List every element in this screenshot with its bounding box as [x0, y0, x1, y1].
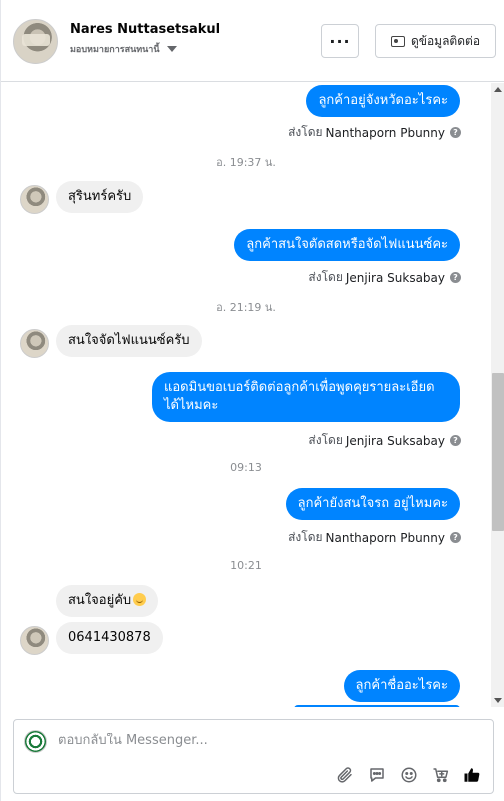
outgoing-message: ลูกค้าชื่ออะไรคะ [343, 670, 460, 702]
message-line: แอดมินขอเบอร์ติดต่อลูกค้าเพื่อพูดคุยรายล… [164, 380, 435, 395]
speech-bubble-icon[interactable] [366, 764, 388, 786]
outgoing-message: ลูกค้าอยู่จังหวัดอะไรคะ [306, 85, 460, 117]
contact-name[interactable]: Nares Nuttasetsakul [70, 22, 220, 37]
message-scrollbar[interactable] [491, 83, 504, 707]
timestamp: 10:21 [230, 559, 262, 572]
reply-composer [13, 719, 494, 794]
assign-conversation-dropdown[interactable]: มอบหมายการสนทนานี้ [70, 42, 177, 56]
outgoing-message: ลูกค้าสนใจตัดสดหรือจัดไฟแนนซ์คะ [234, 229, 460, 261]
sender-name: Nanthaporn Pbunny [325, 125, 445, 140]
sender-name: Nanthaporn Pbunny [325, 530, 445, 545]
incoming-message: สนใจอยู่คับ [56, 585, 159, 617]
outgoing-message: แอดมินขอเบอร์ติดต่อลูกค้าเพื่อพูดคุยรายล… [152, 372, 460, 422]
sent-by-label: ส่งโดย Nanthaporn Pbunny ? [288, 123, 461, 142]
incoming-message: สนใจจัดไฟแนนซ์ครับ [56, 325, 202, 357]
sent-by-label: ส่งโดย Jenjira Suksabay ? [308, 431, 461, 450]
sent-by-prefix: ส่งโดย [288, 125, 323, 139]
page-avatar [24, 730, 47, 753]
incoming-message: สุรินทร์ครับ [56, 181, 144, 213]
thumbs-up-icon[interactable] [461, 764, 483, 786]
timestamp: อ. 19:37 น. [216, 156, 276, 169]
conversation-header: Nares Nuttasetsakul มอบหมายการสนทนานี้ ·… [1, 0, 504, 82]
smiling-face-emoji-icon [133, 593, 147, 606]
sender-name: Jenjira Suksabay [345, 270, 445, 285]
outgoing-message: ลูกค้ายังสนใจรถ อยู่ไหมคะ [285, 488, 460, 520]
incoming-message: 0641430878 [56, 622, 163, 654]
contact-avatar-small [20, 626, 49, 655]
sent-by-label: ส่งโดย Jenjira Suksabay ? [308, 268, 461, 287]
contact-card-icon [390, 35, 405, 47]
info-icon[interactable]: ? [450, 127, 461, 138]
scroll-thumb[interactable] [492, 373, 504, 531]
contact-avatar[interactable] [13, 19, 58, 64]
chevron-down-icon [166, 46, 177, 52]
view-contact-info-button[interactable]: ดูข้อมูลติดต่อ [375, 24, 496, 58]
messenger-panel: Nares Nuttasetsakul มอบหมายการสนทนานี้ ·… [0, 0, 504, 801]
info-icon[interactable]: ? [450, 435, 461, 446]
scroll-down-arrow-icon[interactable] [494, 698, 502, 703]
sender-name: Jenjira Suksabay [345, 433, 445, 448]
message-line: ได้ไหมคะ [164, 398, 219, 413]
view-contact-info-label: ดูข้อมูลติดต่อ [410, 33, 481, 48]
assign-conversation-label: มอบหมายการสนทนานี้ [70, 45, 160, 55]
sent-by-label: ส่งโดย Nanthaporn Pbunny ? [288, 528, 461, 547]
ellipsis-icon: ··· [329, 31, 351, 51]
contact-avatar-small [20, 329, 49, 358]
message-thread[interactable]: ลูกค้าอยู่จังหวัดอะไรคะ ส่งโดย Nanthapor… [1, 83, 491, 707]
contact-avatar-small [20, 185, 49, 214]
scroll-up-arrow-icon[interactable] [494, 87, 502, 92]
cart-icon[interactable] [430, 764, 452, 786]
more-options-button[interactable]: ··· [321, 24, 359, 58]
message-text: สนใจอยู่คับ [68, 593, 132, 608]
sent-by-prefix: ส่งโดย [288, 530, 323, 544]
timestamp: 09:13 [230, 461, 262, 474]
partial-outgoing-message [294, 705, 460, 707]
paperclip-icon[interactable] [334, 764, 356, 786]
sent-by-prefix: ส่งโดย [308, 270, 343, 284]
timestamp: อ. 21:19 น. [216, 301, 276, 314]
smiley-icon[interactable] [398, 764, 420, 786]
info-icon[interactable]: ? [450, 272, 461, 283]
reply-input[interactable] [58, 733, 478, 748]
info-icon[interactable]: ? [450, 532, 461, 543]
sent-by-prefix: ส่งโดย [308, 433, 343, 447]
